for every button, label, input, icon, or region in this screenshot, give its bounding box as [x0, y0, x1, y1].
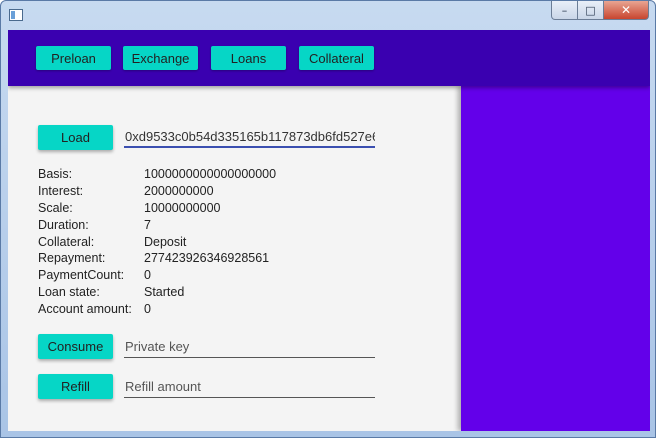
- info-row-repayment: Repayment: 277423926346928561: [38, 251, 269, 268]
- info-label: Loan state:: [38, 285, 100, 299]
- info-row-collateral: Collateral: Deposit: [38, 235, 186, 252]
- info-value: 1000000000000000000: [144, 167, 277, 181]
- client-area: Preloan Exchange Loans Collateral Load 0…: [8, 30, 650, 431]
- info-value: Started: [144, 285, 185, 299]
- info-row-scale: Scale: 10000000000: [38, 201, 220, 218]
- app-window: – □ ✕ Preloan Exchange Loans Collateral …: [0, 0, 656, 438]
- info-label: Duration:: [38, 218, 89, 232]
- info-row-basis: Basis: 1000000000000000000: [38, 167, 276, 184]
- info-value: Deposit: [144, 235, 187, 249]
- info-label: Interest:: [38, 184, 84, 198]
- info-value: 7: [144, 218, 151, 232]
- info-value: 277423926346928561: [144, 251, 270, 265]
- info-label: Collateral:: [38, 235, 95, 249]
- loan-address-input[interactable]: 0xd9533c0b54d335165b117873db6fd527e60e3: [124, 126, 375, 148]
- nav-loans-button[interactable]: Loans: [211, 46, 286, 70]
- info-label: Scale:: [38, 201, 73, 215]
- minimize-icon[interactable]: –: [551, 1, 578, 20]
- nav-exchange-button[interactable]: Exchange: [123, 46, 198, 70]
- private-key-input[interactable]: Private key: [124, 336, 375, 358]
- info-value: 2000000000: [144, 184, 214, 198]
- side-panel: [461, 86, 650, 431]
- refill-button[interactable]: Refill: [38, 374, 113, 399]
- info-row-account-amount: Account amount: 0: [38, 302, 151, 319]
- info-value: 0: [144, 268, 151, 282]
- consume-button[interactable]: Consume: [38, 334, 113, 359]
- app-icon: [9, 9, 23, 21]
- nav-collateral-button[interactable]: Collateral: [299, 46, 374, 70]
- info-label: Basis:: [38, 167, 73, 181]
- info-value: 10000000000: [144, 201, 221, 215]
- title-bar[interactable]: – □ ✕: [1, 1, 655, 29]
- info-value: 0: [144, 302, 151, 316]
- load-button[interactable]: Load: [38, 125, 113, 150]
- info-label: Repayment:: [38, 251, 106, 265]
- close-icon[interactable]: ✕: [604, 1, 649, 20]
- refill-amount-input[interactable]: Refill amount: [124, 376, 375, 398]
- info-label: PaymentCount:: [38, 268, 125, 282]
- top-nav-bar: Preloan Exchange Loans Collateral: [8, 30, 650, 86]
- info-row-loan-state: Loan state: Started: [38, 285, 184, 302]
- info-label: Account amount:: [38, 302, 132, 316]
- info-row-interest: Interest: 2000000000: [38, 184, 214, 201]
- info-row-payment-count: PaymentCount: 0: [38, 268, 151, 285]
- window-controls: – □ ✕: [551, 1, 649, 21]
- maximize-icon[interactable]: □: [578, 1, 604, 20]
- nav-preloan-button[interactable]: Preloan: [36, 46, 111, 70]
- info-row-duration: Duration: 7: [38, 218, 151, 235]
